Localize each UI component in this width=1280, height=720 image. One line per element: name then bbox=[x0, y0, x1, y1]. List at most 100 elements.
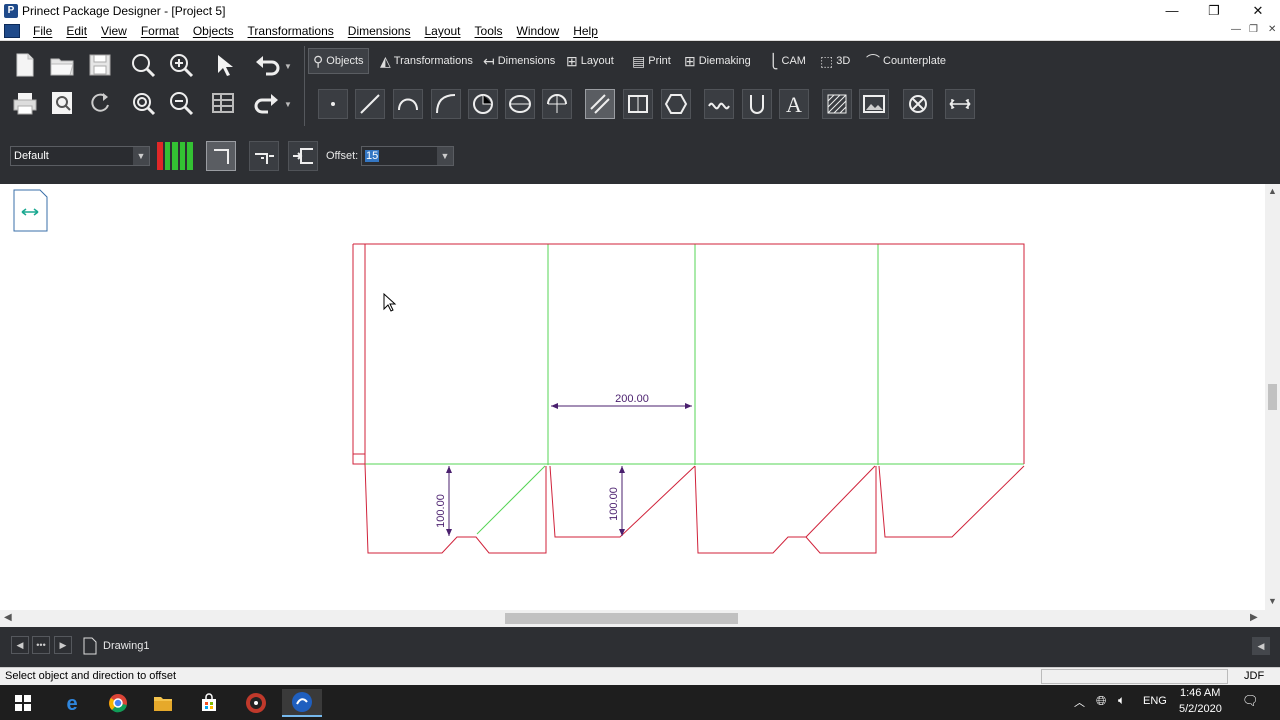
slot-tool-button[interactable] bbox=[742, 89, 772, 119]
menu-window[interactable]: Window bbox=[510, 24, 567, 38]
minimize-button[interactable]: — bbox=[1150, 0, 1194, 21]
tab-objects[interactable]: ⚲ Objects bbox=[308, 48, 369, 74]
panel-expand-icon[interactable]: ◀ bbox=[1252, 637, 1270, 655]
snap-tool-button[interactable] bbox=[903, 89, 933, 119]
refresh-icon[interactable] bbox=[85, 88, 115, 118]
windows-start-icon[interactable] bbox=[3, 689, 43, 717]
scroll-right-icon[interactable]: ▶ bbox=[1250, 612, 1258, 623]
tab-3d[interactable]: ⬚ 3D bbox=[816, 48, 854, 74]
cut-lines[interactable] bbox=[352, 243, 1025, 554]
media-app-icon[interactable] bbox=[236, 689, 276, 717]
image-tool-button[interactable] bbox=[859, 89, 889, 119]
volume-icon[interactable]: 🔈︎ bbox=[1118, 693, 1125, 708]
open-folder-icon[interactable] bbox=[47, 50, 77, 80]
select-pointer-icon[interactable] bbox=[208, 50, 238, 80]
arc-tool-button[interactable] bbox=[393, 89, 423, 119]
offset-join-button[interactable] bbox=[249, 141, 279, 171]
menu-view[interactable]: View bbox=[94, 24, 134, 38]
chrome-browser-icon[interactable] bbox=[98, 689, 138, 717]
menu-format[interactable]: Format bbox=[134, 24, 186, 38]
undo-icon[interactable] bbox=[252, 50, 282, 80]
menu-layout[interactable]: Layout bbox=[417, 24, 467, 38]
dimension-vertical-2[interactable]: 100.00 bbox=[608, 466, 625, 536]
first-drawing-icon[interactable]: ◀ bbox=[11, 636, 29, 654]
network-icon[interactable]: 🌐︎ bbox=[1096, 693, 1106, 709]
polygon-tool-button[interactable] bbox=[661, 89, 691, 119]
drawing-canvas[interactable]: 200.00 100.00 100.00 bbox=[0, 184, 1265, 610]
save-icon[interactable] bbox=[85, 50, 115, 80]
tray-expand-icon[interactable]: ︿ bbox=[1074, 694, 1085, 710]
text-tool-button[interactable]: A bbox=[779, 89, 809, 119]
hatch-tool-button[interactable] bbox=[822, 89, 852, 119]
print-preview-icon[interactable] bbox=[47, 88, 77, 118]
layers-grid-icon[interactable] bbox=[208, 88, 238, 118]
zoom-in-icon[interactable] bbox=[166, 50, 196, 80]
zoom-out-icon[interactable] bbox=[166, 88, 196, 118]
offset-corner-button[interactable] bbox=[206, 141, 236, 171]
dimension-arrows-button[interactable] bbox=[945, 89, 975, 119]
menu-objects[interactable]: Objects bbox=[186, 24, 241, 38]
print-icon[interactable] bbox=[10, 88, 40, 118]
tab-transformations[interactable]: ◭ Transformations bbox=[376, 48, 477, 74]
circle-tool-button[interactable] bbox=[468, 89, 498, 119]
crease-lines[interactable] bbox=[365, 244, 1024, 535]
more-drawings-icon[interactable]: ••• bbox=[32, 636, 50, 654]
tab-print[interactable]: ▤ Print bbox=[628, 48, 675, 74]
tab-dimensions[interactable]: ↤ Dimensions bbox=[479, 48, 559, 74]
redo-dropdown-icon[interactable]: ▼ bbox=[284, 100, 292, 109]
style-select[interactable]: Default ▼ bbox=[10, 146, 150, 166]
tab-counterplate[interactable]: ⌒ Counterplate bbox=[862, 48, 950, 74]
file-explorer-icon[interactable] bbox=[143, 689, 183, 717]
vertical-scrollbar[interactable]: ▲ ▼ bbox=[1265, 184, 1280, 610]
fillet-tool-button[interactable] bbox=[542, 89, 572, 119]
vertical-scroll-thumb[interactable] bbox=[1268, 384, 1277, 410]
undo-dropdown-icon[interactable]: ▼ bbox=[284, 62, 292, 71]
language-indicator[interactable]: ENG bbox=[1143, 695, 1167, 707]
color-swatches-icon[interactable] bbox=[157, 142, 193, 170]
wave-tool-button[interactable] bbox=[704, 89, 734, 119]
next-drawing-icon[interactable]: ▶ bbox=[54, 636, 72, 654]
menu-file[interactable]: File bbox=[26, 24, 59, 38]
rectangle-tool-button[interactable] bbox=[623, 89, 653, 119]
zoom-fit-icon[interactable] bbox=[128, 88, 158, 118]
menu-help[interactable]: Help bbox=[566, 24, 605, 38]
mdi-close-icon[interactable]: ✕ bbox=[1268, 24, 1276, 35]
mdi-minimize-icon[interactable]: — bbox=[1231, 24, 1241, 35]
clock-date[interactable]: 5/2/2020 bbox=[1179, 703, 1222, 715]
clock-time[interactable]: 1:46 AM bbox=[1180, 687, 1220, 699]
package-designer-taskbar-icon[interactable] bbox=[282, 689, 322, 717]
curve-tool-button[interactable] bbox=[431, 89, 461, 119]
new-file-icon[interactable] bbox=[10, 50, 40, 80]
scroll-up-icon[interactable]: ▲ bbox=[1268, 186, 1277, 196]
dimension-horizontal[interactable]: 200.00 bbox=[551, 393, 692, 409]
scroll-left-icon[interactable]: ◀ bbox=[4, 612, 12, 623]
horizontal-scrollbar[interactable]: ◀ ▶ bbox=[0, 610, 1265, 627]
menu-edit[interactable]: Edit bbox=[59, 24, 94, 38]
notifications-icon[interactable]: 🗨︎ bbox=[1242, 693, 1259, 709]
store-icon[interactable] bbox=[189, 689, 229, 717]
restore-button[interactable]: ❐ bbox=[1192, 0, 1236, 21]
tab-cam[interactable]: ⎩ CAM bbox=[764, 48, 810, 74]
horizontal-scroll-thumb[interactable] bbox=[505, 613, 738, 624]
line-tool-button[interactable] bbox=[355, 89, 385, 119]
ellipse-tool-button[interactable] bbox=[505, 89, 535, 119]
tab-layout[interactable]: ⊞ Layout bbox=[562, 48, 618, 74]
close-button[interactable]: ✕ bbox=[1236, 0, 1280, 21]
tab-diemaking[interactable]: ⊞ Diemaking bbox=[680, 48, 755, 74]
menu-tools[interactable]: Tools bbox=[468, 24, 510, 38]
redo-icon[interactable] bbox=[252, 88, 282, 118]
offset-direction-button[interactable] bbox=[288, 141, 318, 171]
menu-dimensions[interactable]: Dimensions bbox=[341, 24, 418, 38]
dimension-vertical-1[interactable]: 100.00 bbox=[435, 466, 452, 536]
offset-tool-button[interactable] bbox=[585, 89, 615, 119]
scroll-down-icon[interactable]: ▼ bbox=[1268, 596, 1277, 606]
offset-input[interactable]: 15 ▼ bbox=[361, 146, 454, 166]
zoom-icon[interactable] bbox=[128, 50, 158, 80]
page-handle-icon[interactable] bbox=[13, 189, 48, 232]
edge-browser-icon[interactable]: e bbox=[52, 689, 92, 717]
menu-transformations[interactable]: Transformations bbox=[241, 24, 341, 38]
document-icon[interactable] bbox=[4, 23, 20, 38]
mdi-restore-icon[interactable]: ❐ bbox=[1249, 24, 1258, 35]
point-tool-button[interactable] bbox=[318, 89, 348, 119]
tab-drawing1[interactable]: Drawing1 bbox=[82, 634, 149, 658]
